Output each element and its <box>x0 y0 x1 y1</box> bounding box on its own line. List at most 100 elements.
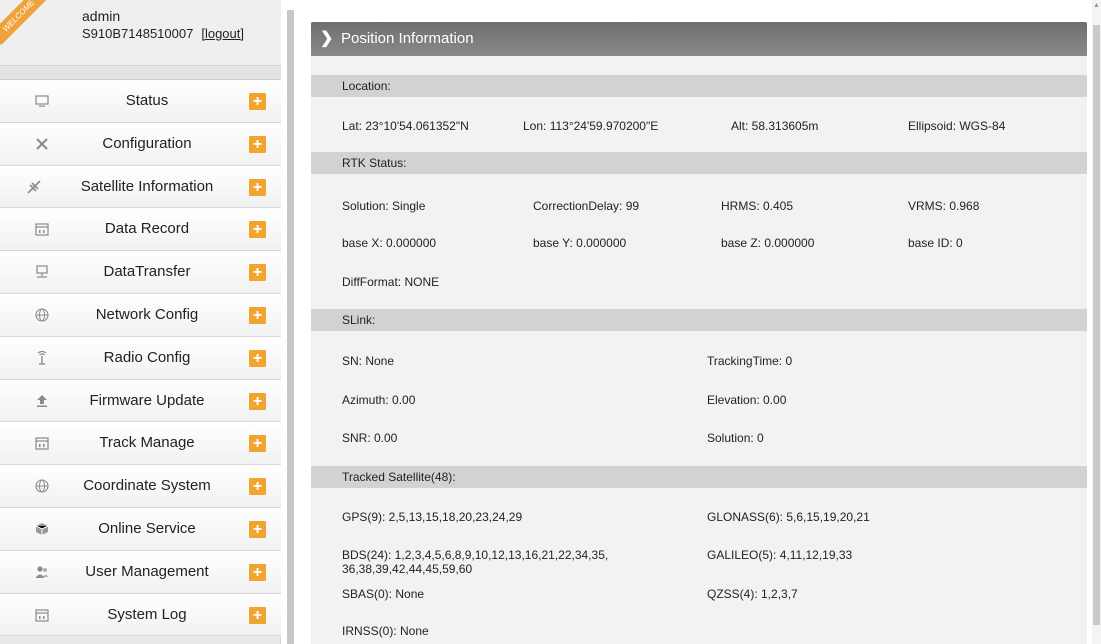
welcome-ribbon: WELCOME <box>0 0 48 45</box>
main-panel: ❯ Position Information Location: Lat: 23… <box>311 22 1087 644</box>
monitor-icon <box>34 93 50 109</box>
tools-icon <box>34 136 50 152</box>
menu-item-configuration[interactable]: Configuration + <box>0 122 281 166</box>
menu-label: Online Service <box>98 519 196 537</box>
menu-item-track-manage[interactable]: Track Manage + <box>0 422 281 466</box>
menu-item-datatransfer[interactable]: DataTransfer + <box>0 251 281 294</box>
menu-item-radio-config[interactable]: Radio Config + <box>0 336 281 380</box>
correction-delay: CorrectionDelay: 99 <box>533 199 640 213</box>
menu-label: Track Manage <box>99 434 195 452</box>
gps-satellites: GPS(9): 2,5,13,15,18,20,23,24,29 <box>342 510 523 524</box>
menu-label: Coordinate System <box>83 477 211 495</box>
menu-label: System Log <box>107 605 187 623</box>
slink-tracking-time: TrackingTime: 0 <box>707 354 793 368</box>
expand-plus-icon[interactable]: + <box>249 93 266 110</box>
base-y-value: base Y: 0.000000 <box>533 236 627 250</box>
menu-label: Status <box>125 92 169 109</box>
menu-label: User Management <box>85 562 209 580</box>
menu-item-online-service[interactable]: Online Service + <box>0 507 281 551</box>
menu-item-network-config[interactable]: Network Config + <box>0 293 281 337</box>
slink-sn: SN: None <box>342 354 395 368</box>
hrms-value: HRMS: 0.405 <box>721 199 794 213</box>
expand-plus-icon[interactable]: + <box>249 392 266 410</box>
galileo-satellites: GALILEO(5): 4,11,12,19,33 <box>707 548 853 562</box>
bds-satellites-line1: BDS(24): 1,2,3,4,5,6,8,9,10,12,13,16,21,… <box>342 548 609 562</box>
satellite-icon <box>26 179 42 195</box>
bds-satellites-line2: 36,38,39,42,44,45,59,60 <box>342 562 473 576</box>
expand-plus-icon[interactable]: + <box>249 349 266 367</box>
slink-solution: Solution: 0 <box>707 431 764 445</box>
glonass-satellites: GLONASS(6): 5,6,15,19,20,21 <box>707 510 870 524</box>
menu-item-satellite-information[interactable]: Satellite Information + <box>0 165 281 209</box>
expand-plus-icon[interactable]: + <box>249 221 266 239</box>
expand-plus-icon[interactable]: + <box>249 435 266 453</box>
device-serial: S910B7148510007 [logout] <box>82 26 244 41</box>
longitude-value: Lon: 113°24'59.970200"E <box>523 119 659 133</box>
expand-plus-icon[interactable]: + <box>249 520 266 538</box>
menu-item-user-management[interactable]: User Management + <box>0 550 281 594</box>
menu-label: Data Record <box>104 220 190 238</box>
panel-header: ❯ Position Information <box>311 22 1087 56</box>
irnss-satellites: IRNSS(0): None <box>342 624 429 638</box>
expand-plus-icon[interactable]: + <box>249 178 266 196</box>
expand-plus-icon[interactable]: + <box>249 606 266 624</box>
calendar-icon <box>34 435 50 451</box>
expand-plus-icon[interactable]: + <box>249 563 266 581</box>
menu-label: Configuration <box>102 134 192 152</box>
expand-plus-icon[interactable]: + <box>249 478 266 496</box>
menu-item-data-record[interactable]: Data Record + <box>0 208 281 252</box>
base-z-value: base Z: 0.000000 <box>721 236 815 250</box>
rtk-solution: Solution: Single <box>342 199 426 213</box>
sidebar: WELCOME admin S910B7148510007 [logout] St… <box>0 0 281 644</box>
qzss-satellites: QZSS(4): 1,2,3,7 <box>707 587 798 601</box>
user-panel: WELCOME admin S910B7148510007 [logout] <box>0 0 281 66</box>
chevron-right-icon: ❯ <box>320 30 334 47</box>
ellipsoid-value: Ellipsoid: WGS-84 <box>908 119 1006 133</box>
slink-elevation: Elevation: 0.00 <box>707 393 787 407</box>
menu-item-firmware-update[interactable]: Firmware Update + <box>0 379 281 423</box>
serial-number: S910B7148510007 <box>82 26 194 41</box>
altitude-value: Alt: 58.313605m <box>731 119 819 133</box>
user-name: admin <box>82 8 121 24</box>
calendar-icon <box>34 221 50 237</box>
vertical-scrollbar[interactable]: ▲ <box>1092 0 1101 644</box>
vrms-value: VRMS: 0.968 <box>908 199 980 213</box>
latitude-value: Lat: 23°10'54.061352"N <box>342 119 469 133</box>
section-heading-location: Location: <box>311 75 1087 97</box>
base-id-value: base ID: 0 <box>908 236 963 250</box>
page-title: Position Information <box>341 30 474 47</box>
menu-label: Firmware Update <box>89 391 205 409</box>
expand-plus-icon[interactable]: + <box>249 264 266 282</box>
radio-antenna-icon <box>34 350 50 366</box>
upload-icon <box>34 393 50 409</box>
menu-item-status[interactable]: Status + <box>0 80 281 123</box>
slink-azimuth: Azimuth: 0.00 <box>342 393 416 407</box>
expand-plus-icon[interactable]: + <box>249 306 266 324</box>
globe-icon <box>34 307 50 323</box>
globe-icon <box>34 478 50 494</box>
cube-icon <box>34 521 50 537</box>
sidebar-menu: Status + Configuration + Satellite Infor… <box>0 80 281 637</box>
panel-splitter[interactable] <box>287 10 294 644</box>
diff-format-value: DiffFormat: NONE <box>342 275 440 289</box>
menu-label: Network Config <box>95 305 199 323</box>
sidebar-separator <box>0 67 281 80</box>
section-heading-tracked-satellite: Tracked Satellite(48): <box>311 466 1087 488</box>
menu-item-coordinate-system[interactable]: Coordinate System + <box>0 465 281 508</box>
menu-item-system-log[interactable]: System Log + <box>0 593 281 637</box>
section-heading-rtk-status: RTK Status: <box>311 152 1087 174</box>
menu-label: Radio Config <box>103 348 191 366</box>
scroll-up-arrow-icon[interactable]: ▲ <box>1093 2 1100 9</box>
users-icon <box>34 564 50 580</box>
calendar-icon <box>34 607 50 623</box>
expand-plus-icon[interactable]: + <box>249 135 266 153</box>
slink-snr: SNR: 0.00 <box>342 431 398 445</box>
menu-label: Satellite Information <box>80 177 214 195</box>
section-heading-slink: SLink: <box>311 309 1087 331</box>
sbas-satellites: SBAS(0): None <box>342 587 425 601</box>
network-icon <box>34 264 50 280</box>
menu-label: DataTransfer <box>103 263 191 281</box>
logout-link[interactable]: [logout] <box>201 26 244 41</box>
base-x-value: base X: 0.000000 <box>342 236 437 250</box>
scrollbar-thumb[interactable] <box>1093 25 1100 625</box>
